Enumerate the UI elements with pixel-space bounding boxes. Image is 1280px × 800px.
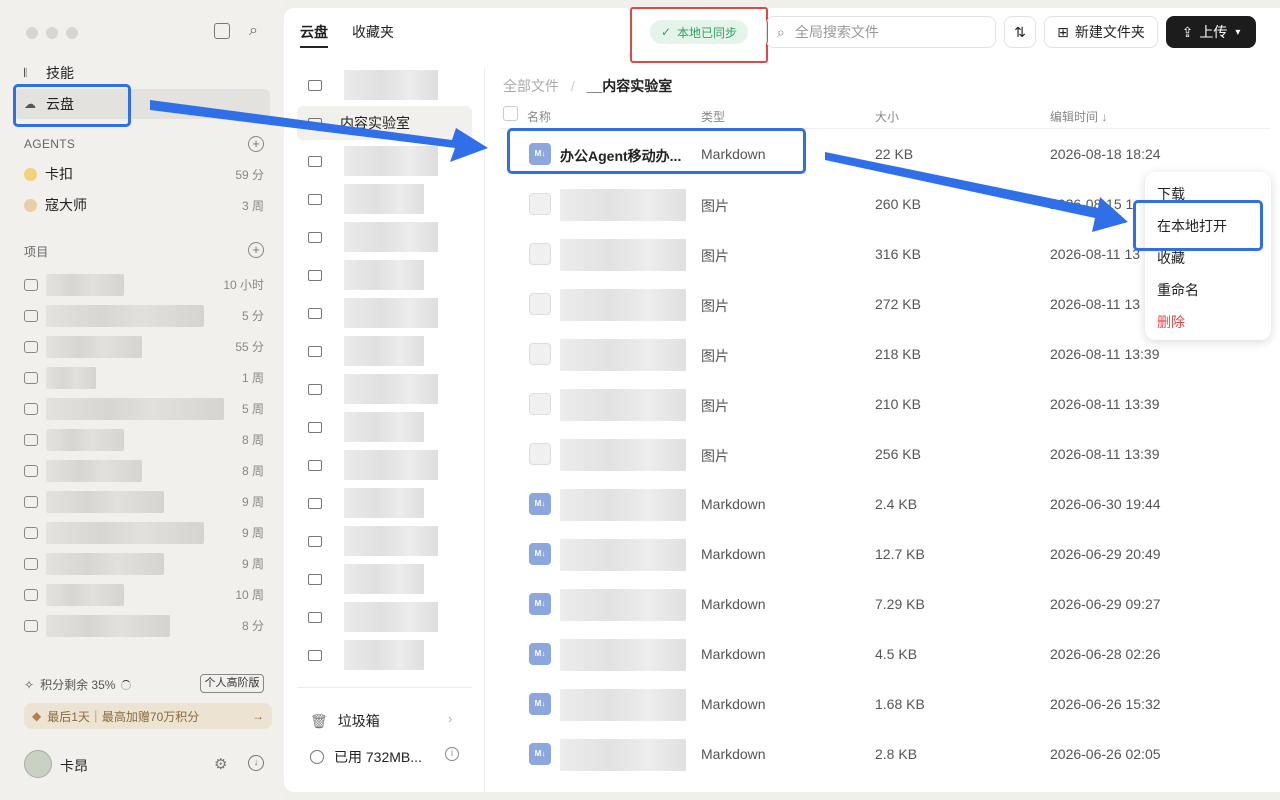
arrow-annotation [825,152,1128,232]
arrow-annotation [150,100,488,162]
annotation-arrows [150,100,1128,232]
